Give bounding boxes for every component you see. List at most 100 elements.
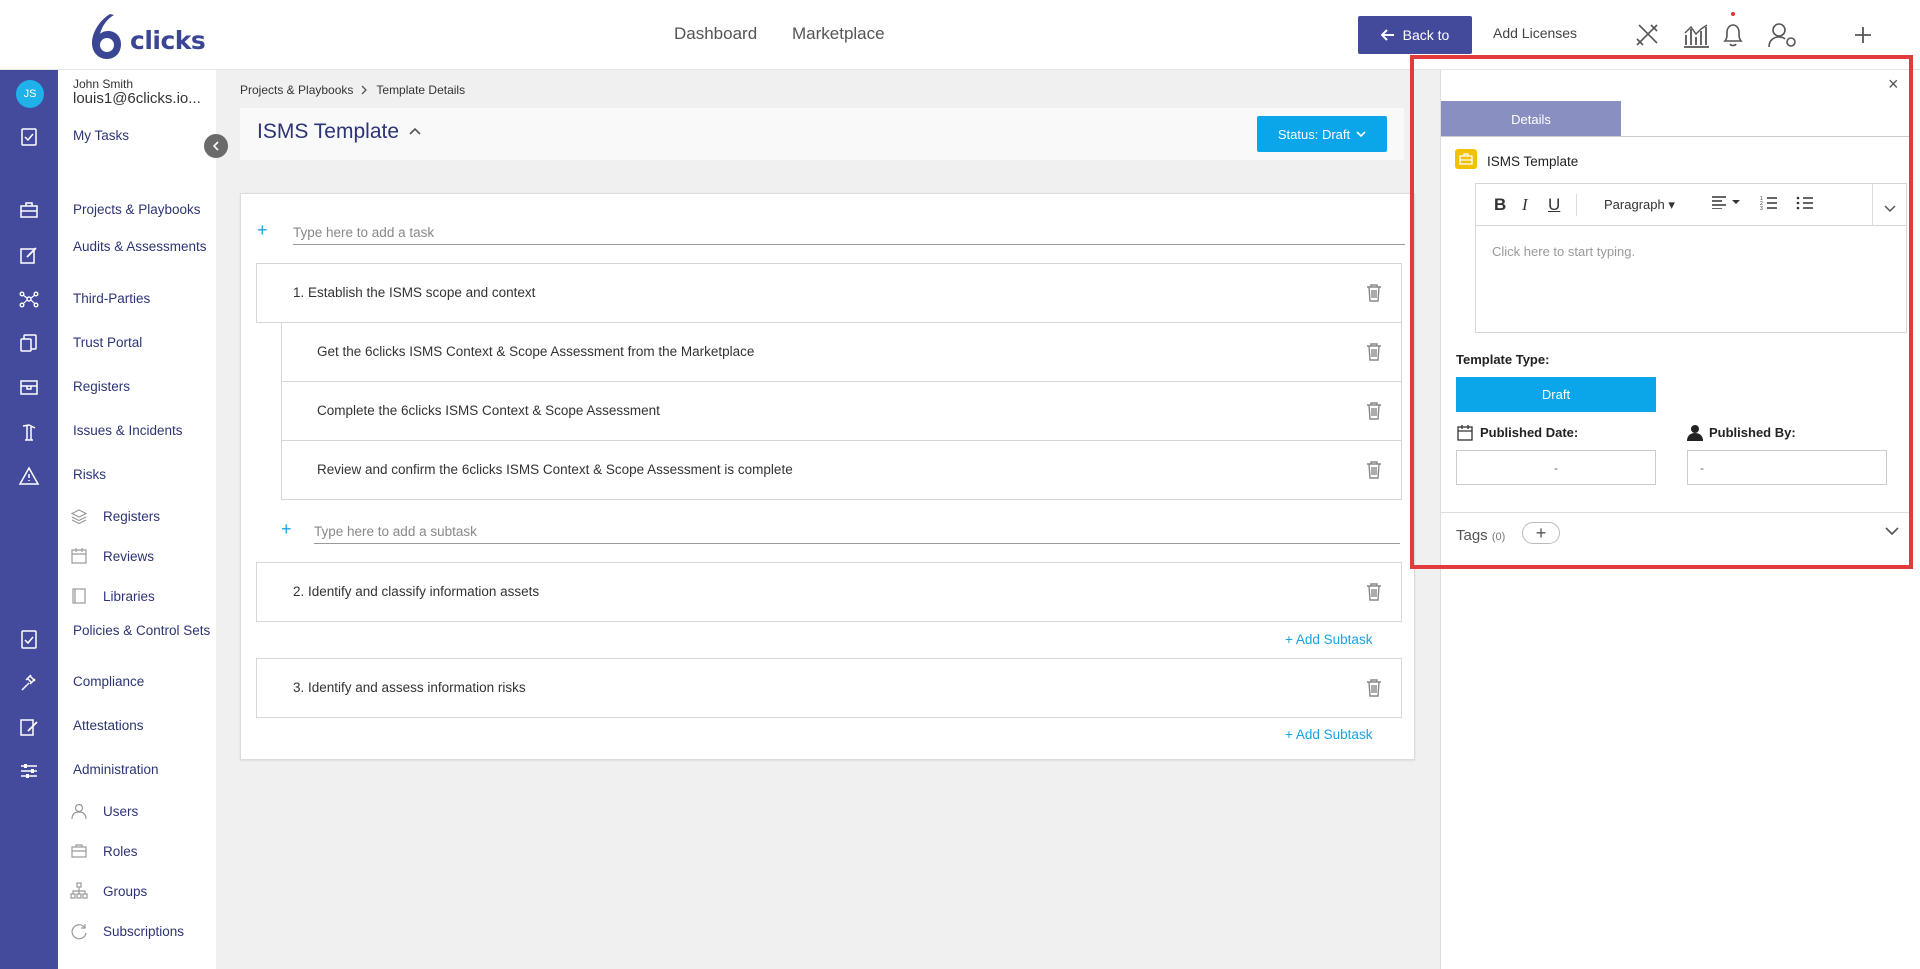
sidebar-subitem-roles[interactable]: Roles [103,844,138,859]
nav-dashboard[interactable]: Dashboard [674,24,757,44]
chevron-down-icon[interactable] [1885,527,1899,536]
analytics-icon[interactable] [1679,18,1713,52]
paragraph-dropdown[interactable]: Paragraph ▾ [1604,197,1675,213]
back-button-label: Back to [1402,27,1450,43]
trash-icon[interactable] [1365,283,1383,303]
registers-icon[interactable] [17,375,41,399]
template-type-draft-button[interactable]: Draft [1456,377,1656,412]
task-row-3[interactable]: 3. Identify and assess information risks [256,658,1402,718]
chevron-up-icon[interactable] [408,126,422,136]
task-row-2[interactable]: 2. Identify and classify information ass… [256,562,1402,622]
chevron-down-icon [1356,130,1366,137]
sidebar-subitem-subscriptions[interactable]: Subscriptions [103,924,184,939]
trash-icon[interactable] [1365,582,1383,602]
add-subtask-link[interactable]: + Add Subtask [1285,632,1372,647]
add-tag-button[interactable]: + [1522,522,1560,544]
toolbar-divider [1576,194,1577,216]
underline-button[interactable]: U [1548,195,1560,215]
user-icon [71,803,87,820]
ordered-list-button[interactable]: 123 [1760,195,1778,216]
sidebar-subitem-groups[interactable]: Groups [103,884,147,899]
trash-icon[interactable] [1365,401,1383,421]
add-subtask-input[interactable] [314,519,1400,544]
sidebar-item-audits[interactable]: Audits & Assessments [73,240,213,254]
tags-label-text: Tags [1456,527,1488,544]
sidebar-item-trust-portal[interactable]: Trust Portal [73,336,213,350]
calendar-icon [1457,425,1473,441]
gavel-icon[interactable] [17,671,41,695]
attestation-icon[interactable] [17,715,41,739]
align-left-icon [1712,196,1740,210]
tab-details[interactable]: Details [1441,101,1621,137]
subtask-row-1[interactable]: Get the 6clicks ISMS Context & Scope Ass… [281,322,1402,382]
briefcase-icon[interactable] [17,198,41,222]
book-icon [72,588,86,604]
align-dropdown[interactable] [1711,195,1741,213]
task-row-1[interactable]: 1. Establish the ISMS scope and context [256,263,1402,323]
policy-icon[interactable] [17,627,41,651]
add-task-input[interactable] [293,220,1405,245]
incidents-icon[interactable] [17,420,41,444]
title-bar: ISMS Template Status: Draft [240,108,1404,160]
italic-button[interactable]: I [1522,195,1528,215]
person-icon [1687,425,1703,441]
breadcrumb-projects[interactable]: Projects & Playbooks [240,83,353,97]
arrow-left-icon [1380,29,1394,41]
back-button[interactable]: Back to [1358,16,1472,54]
close-icon[interactable]: × [1888,74,1899,95]
bullet-list-button[interactable] [1796,195,1814,216]
collapse-sidebar-button[interactable] [204,134,228,158]
sidebar-subitem-users[interactable]: Users [103,804,138,819]
published-by-label: Published By: [1709,425,1796,440]
panel-project-title: ISMS Template [1487,154,1579,169]
sidebar-item-issues[interactable]: Issues & Incidents [73,424,213,438]
add-task-plus-icon[interactable]: + [257,220,268,241]
warning-icon[interactable] [17,464,41,488]
trash-icon[interactable] [1365,460,1383,480]
tasks-icon[interactable] [17,124,41,148]
sidebar-item-compliance[interactable]: Compliance [73,675,213,689]
sidebar-item-projects[interactable]: Projects & Playbooks [73,203,213,217]
trash-icon[interactable] [1365,342,1383,362]
add-subtask-link[interactable]: + Add Subtask [1285,727,1372,742]
trash-icon[interactable] [1365,678,1383,698]
add-licenses-link[interactable]: Add Licenses [1493,25,1577,41]
subtask-row-3[interactable]: Review and confirm the 6clicks ISMS Cont… [281,440,1402,500]
sidebar-item-third-parties[interactable]: Third-Parties [73,292,213,306]
tools-icon[interactable] [1630,18,1664,52]
sidebar-subitem-risk-registers[interactable]: Registers [103,509,160,524]
template-type-label: Template Type: [1456,352,1550,367]
refresh-icon [71,924,87,940]
status-dropdown-button[interactable]: Status: Draft [1257,116,1387,152]
sidebar-item-registers[interactable]: Registers [73,380,213,394]
sidebar-item-my-tasks[interactable]: My Tasks [73,129,213,143]
bell-icon[interactable] [1716,18,1750,52]
bold-button[interactable]: B [1494,195,1506,215]
sidebar-subitem-reviews[interactable]: Reviews [103,549,154,564]
notification-dot [1731,12,1735,16]
sidebar-item-attestations[interactable]: Attestations [73,719,213,733]
network-icon[interactable] [17,287,41,311]
hierarchy-icon [70,882,88,899]
description-editor[interactable]: B I U Paragraph ▾ 123 Click here to star… [1475,183,1907,333]
layers-icon [70,509,88,525]
plus-icon[interactable] [1846,18,1880,52]
edit-icon[interactable] [17,243,41,267]
more-toolbar-button[interactable] [1884,198,1896,218]
logo-mark-icon [92,14,121,59]
sidebar-item-risks[interactable]: Risks [73,468,213,482]
sliders-icon[interactable] [17,759,41,783]
user-settings-icon[interactable] [1766,18,1800,52]
sidebar-item-administration[interactable]: Administration [73,763,213,777]
roles-briefcase-icon [71,844,87,858]
nav-marketplace[interactable]: Marketplace [792,24,885,44]
add-subtask-plus-icon[interactable]: + [281,519,292,540]
sidebar-item-policies[interactable]: Policies & Control Sets [73,624,213,638]
subtask-row-2[interactable]: Complete the 6clicks ISMS Context & Scop… [281,381,1402,441]
subtask-label: Get the 6clicks ISMS Context & Scope Ass… [317,344,755,359]
trust-portal-icon[interactable] [17,331,41,355]
add-subtask-link-label: Add Subtask [1295,727,1373,742]
app-logo[interactable]: clicks [88,10,206,60]
avatar[interactable]: JS [16,80,44,108]
sidebar-subitem-libraries[interactable]: Libraries [103,589,155,604]
